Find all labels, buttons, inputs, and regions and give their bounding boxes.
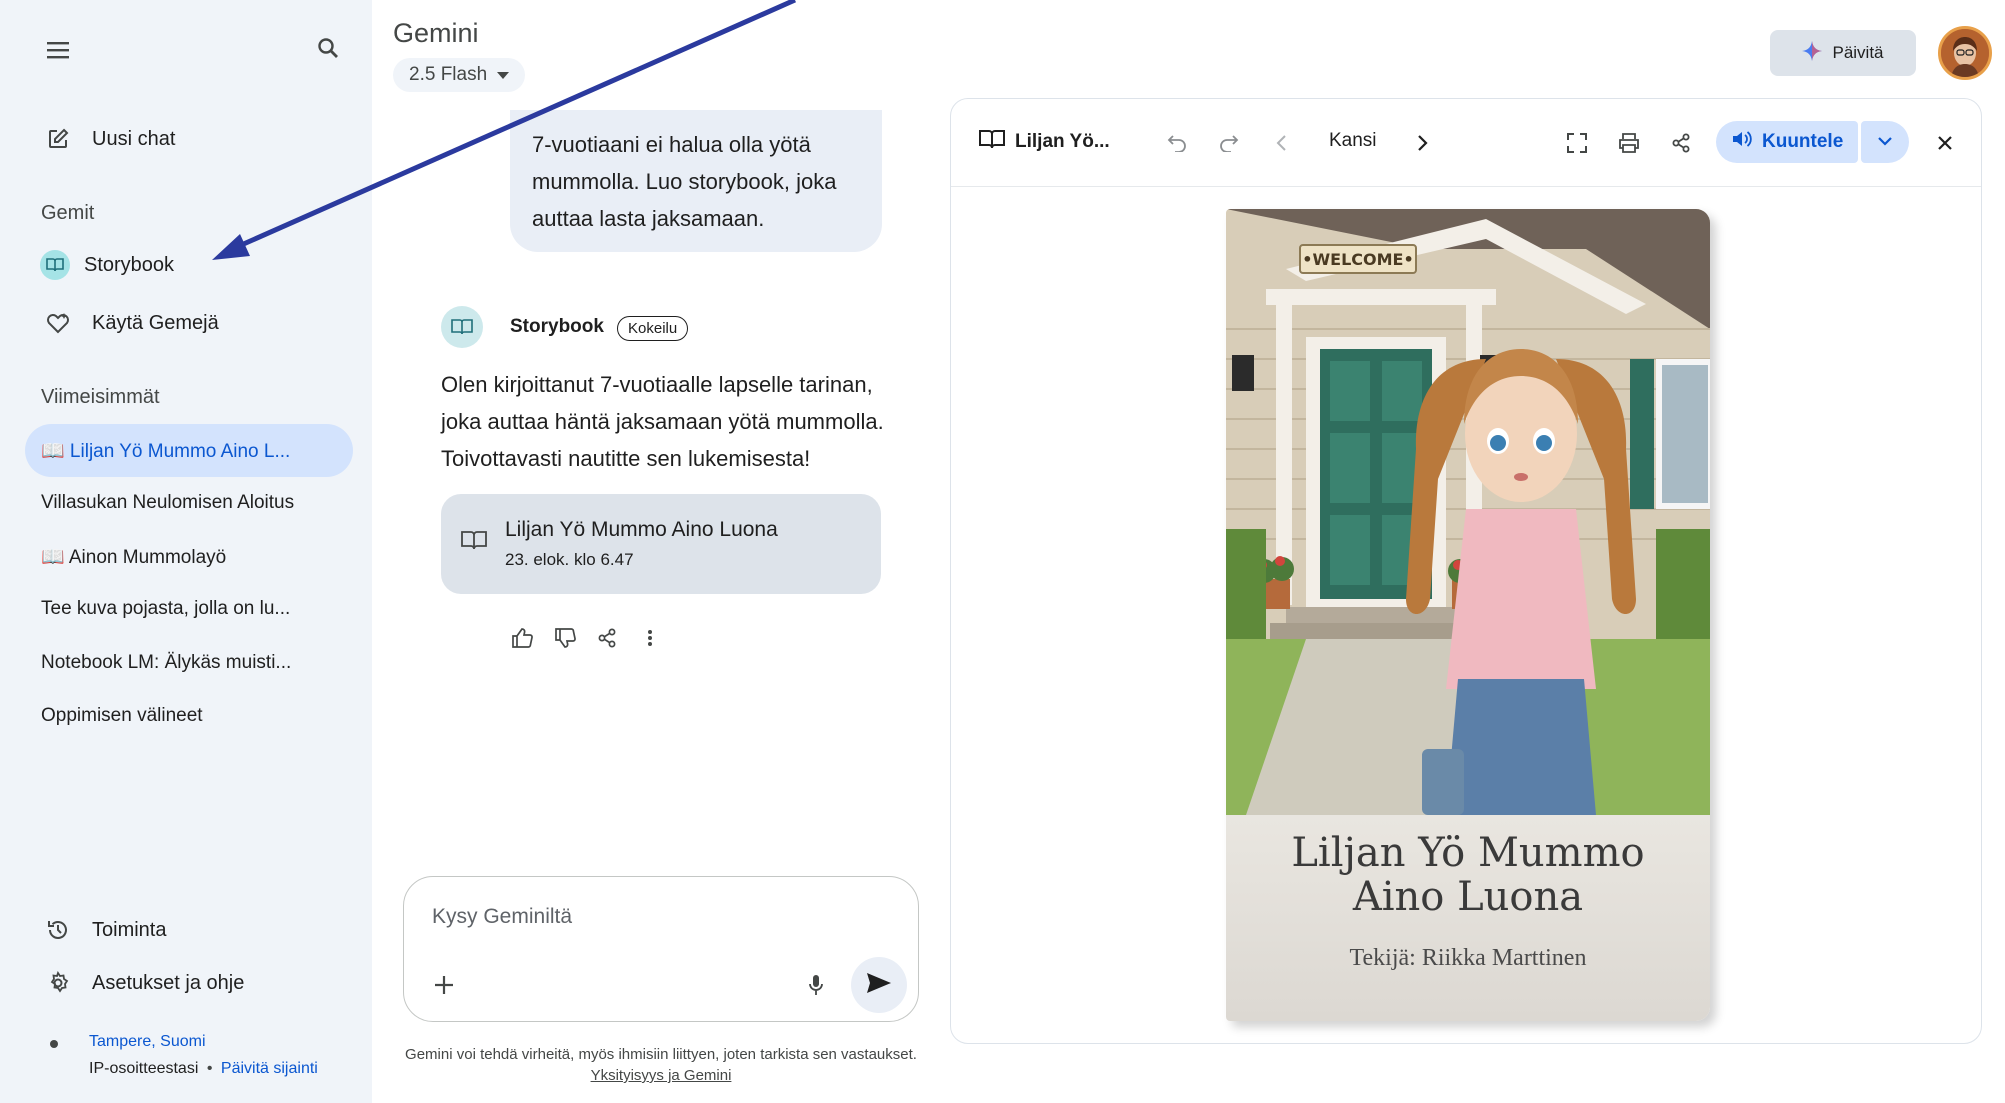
redo-icon[interactable] [1213,127,1245,159]
disclaimer-text: Gemini voi tehdä virheitä, myös ihmisiin… [405,1046,917,1063]
location-separator: • [206,1060,213,1077]
plus-icon[interactable] [426,967,462,1003]
edit-icon [40,121,76,157]
experiment-badge: Kokeilu [617,316,689,341]
location-source-row: IP-osoitteestasi • Päivitä sijainti [89,1060,318,1078]
book-icon [979,129,1005,155]
upgrade-label: Päivitä [1832,43,1884,62]
upgrade-button[interactable]: Päivitä [1770,30,1916,76]
prompt-input[interactable]: Kysy Geminiltä [432,905,572,929]
activity-button[interactable]: Toiminta [40,912,166,948]
panel-title-area: Liljan Yö... [979,129,1110,155]
book-author: Tekijä: Riikka Marttinen [1349,945,1587,971]
panel-title: Liljan Yö... [1015,131,1110,152]
recent-item[interactable]: Villasukan Neulomisen Aloitus [41,492,294,514]
recent-item[interactable]: Tee kuva pojasta, jolla on lu... [41,598,290,620]
app-title: Gemini [393,18,479,48]
gear-icon [40,965,76,1001]
new-chat-button[interactable]: Uusi chat [40,121,175,157]
sidebar: Uusi chat Gemit Storybook Käytä Gemejä V… [0,0,372,1103]
welcome-sign: •WELCOME• [1302,250,1413,269]
activity-label: Toiminta [92,918,167,941]
mic-icon[interactable] [798,967,834,1003]
page-indicator: Kansi [1329,130,1377,151]
prompt-box: Kysy Geminiltä [403,876,919,1022]
recent-item[interactable]: Oppimisen välineet [41,705,203,727]
recent-item[interactable]: 📖 Ainon Mummolayö [41,545,226,569]
history-icon [40,912,76,948]
share-icon[interactable] [1665,127,1697,159]
chevron-down-icon [1878,133,1892,151]
book-icon [461,530,487,555]
panel-toolbar: Liljan Yö... Kansi Kuuntele [951,99,1981,187]
model-selector[interactable]: 2.5 Flash [393,58,526,92]
settings-button[interactable]: Asetukset ja ohje [40,965,244,1001]
new-chat-label: Uusi chat [92,127,176,150]
more-icon[interactable] [634,622,666,654]
response-text: Olen kirjoittanut 7-vuotiaalle lapselle … [441,372,884,471]
thumb-down-icon[interactable] [549,622,581,654]
send-button[interactable] [851,957,907,1013]
sidebar-item-use-gems[interactable]: Käytä Gemejä [40,305,219,341]
send-icon [866,972,892,999]
responder-name: Storybook [510,316,604,337]
recent-heading: Viimeisimmät [41,386,160,408]
close-icon[interactable] [1929,127,1961,159]
document-panel: Liljan Yö... Kansi Kuuntele •WELCOME• Li… [950,98,1982,1044]
speaker-icon [1732,130,1752,154]
storybook-avatar [441,306,483,348]
recent-item-active[interactable]: 📖 Liljan Yö Mummo Aino L... [25,424,353,477]
cover-illustration: •WELCOME• [1226,209,1710,815]
dropdown-icon [497,71,510,79]
gem-heart-icon [40,305,76,341]
disclaimer: Gemini voi tehdä virheitä, myös ihmisiin… [403,1044,919,1086]
gems-heading: Gemit [41,202,95,224]
thumb-up-icon[interactable] [506,622,538,654]
update-location-link[interactable]: Päivitä sijainti [221,1060,318,1077]
book-icon [40,250,70,280]
book-title: Liljan Yö Mummo Aino Luona [1291,830,1645,920]
book-cover: •WELCOME• Liljan Yö Mummo Aino Luona Tek… [1226,209,1710,1021]
document-date: 23. elok. klo 6.47 [505,550,634,569]
user-message: 7-vuotiaani ei halua olla yötä mummolla.… [510,110,882,252]
avatar[interactable] [1938,26,1992,80]
search-icon[interactable] [310,30,346,66]
location-dot [50,1040,58,1048]
listen-label: Kuuntele [1762,131,1844,152]
listen-button[interactable]: Kuuntele [1716,121,1858,163]
sparkle-icon [1802,40,1823,66]
document-card[interactable]: Liljan Yö Mummo Aino Luona 23. elok. klo… [441,494,881,594]
sidebar-item-storybook[interactable]: Storybook [40,250,174,280]
location-city: Tampere, Suomi [89,1033,206,1050]
sidebar-item-label: Käytä Gemejä [92,311,219,334]
fullscreen-icon[interactable] [1561,127,1593,159]
privacy-link[interactable]: Yksityisyys ja Gemini [591,1067,732,1084]
undo-icon[interactable] [1161,127,1193,159]
settings-label: Asetukset ja ohje [92,971,245,994]
location-source: IP-osoitteestasi [89,1060,199,1077]
sidebar-item-label: Storybook [84,253,175,276]
model-label: 2.5 Flash [409,64,488,85]
print-icon[interactable] [1613,127,1645,159]
document-title: Liljan Yö Mummo Aino Luona [505,518,778,541]
listen-options-button[interactable] [1861,121,1909,163]
menu-icon[interactable] [40,32,76,68]
share-icon[interactable] [591,622,623,654]
chevron-left-icon[interactable] [1265,127,1297,159]
recent-item[interactable]: Notebook LM: Älykäs muisti... [41,652,291,674]
chevron-right-icon[interactable] [1407,127,1439,159]
